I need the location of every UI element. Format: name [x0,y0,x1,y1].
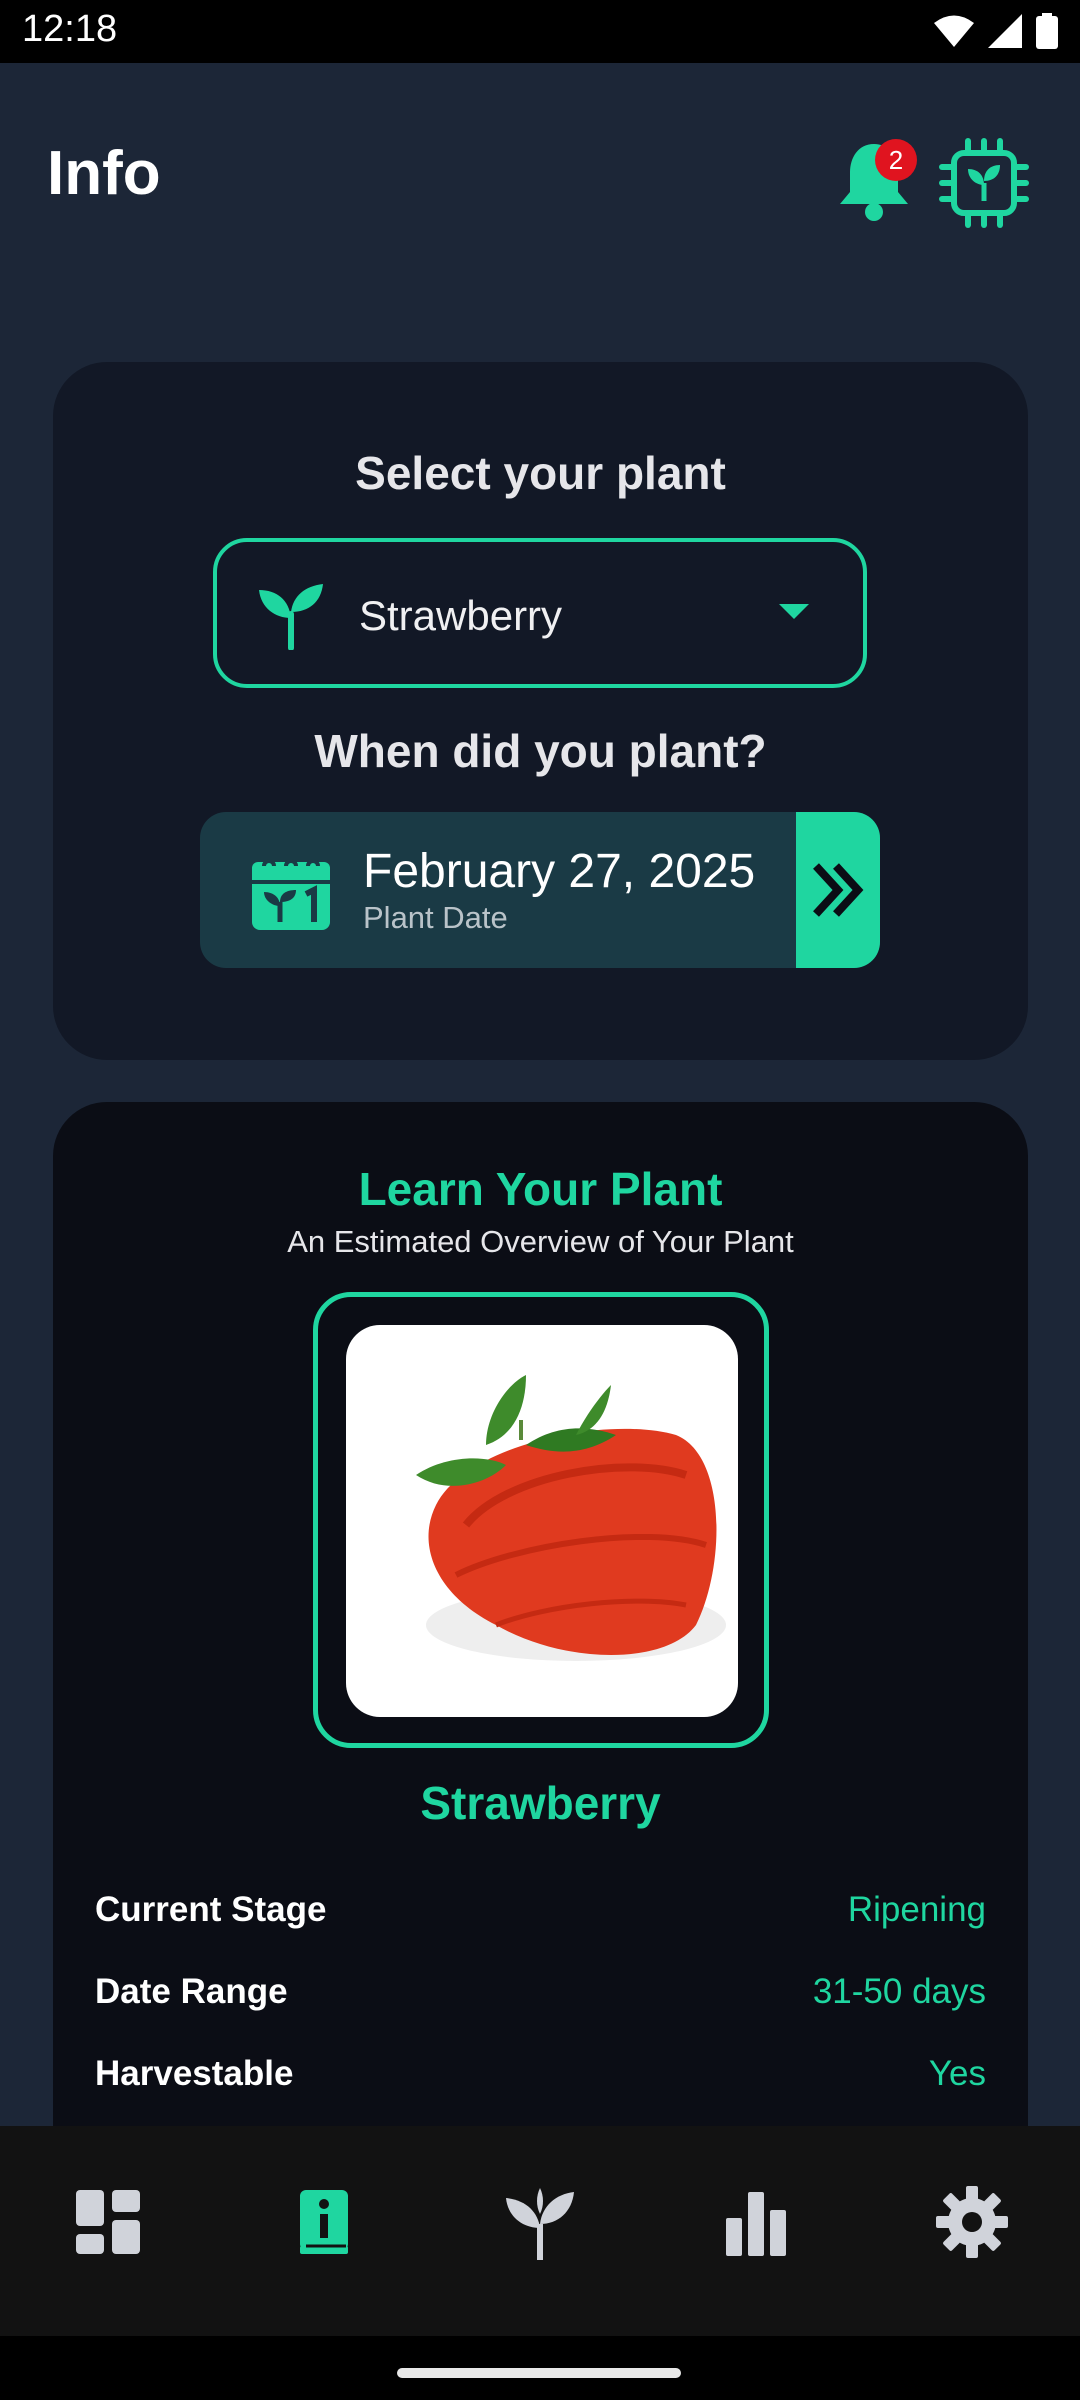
bottom-nav [0,2126,1080,2336]
info-value: Ripening [847,1890,986,1929]
nav-settings[interactable] [930,2180,1014,2264]
status-icons [934,12,1058,50]
notification-badge: 2 [875,139,917,181]
sprout-icon [506,2188,574,2260]
info-icon [300,2190,348,2254]
plant-selection-card: Select your plant Strawberry When did yo… [53,362,1028,1060]
settings-icon [936,2186,1008,2258]
page-title: Info [47,139,161,208]
plant-image-frame [313,1292,769,1748]
learn-plant-card: Learn Your Plant An Estimated Overview o… [53,1102,1028,2242]
learn-plant-subtitle: An Estimated Overview of Your Plant [287,1224,794,1259]
plant-date-caption: Plant Date [363,900,508,935]
info-label: Current Stage [95,1890,327,1929]
info-row-harvestable: Harvestable Yes [95,2054,986,2114]
plant-date-heading: When did you plant? [314,725,767,777]
info-row-current-stage: Current Stage Ripening [95,1890,986,1950]
info-label: Harvestable [95,2054,294,2093]
status-time: 12:18 [22,8,118,50]
plant-image [346,1325,738,1717]
date-confirm-button[interactable] [796,812,880,968]
selected-plant: Strawberry [359,592,563,639]
plant-name: Strawberry [420,1777,661,1829]
chart-icon [726,2192,786,2256]
wifi-icon [934,15,974,47]
nav-dashboard[interactable] [66,2180,150,2264]
plant-chip-icon [939,138,1029,228]
select-plant-heading: Select your plant [355,447,726,499]
nav-info[interactable] [282,2180,366,2264]
battery-icon [1036,13,1058,49]
strawberry-image [416,1375,726,1661]
plant-date-value: February 27, 2025 [363,845,756,898]
chevron-down-icon [779,604,809,619]
info-value: Yes [928,2054,986,2093]
sprout-icon [259,584,323,650]
nav-plants[interactable] [498,2180,582,2264]
home-gesture-bar[interactable] [397,2368,681,2378]
plant-date-picker[interactable]: February 27, 2025 Plant Date [200,812,880,968]
dashboard-icon [76,2190,140,2254]
learn-plant-title: Learn Your Plant [358,1163,723,1215]
signal-icon [988,14,1022,48]
nav-stats[interactable] [714,2180,798,2264]
info-label: Date Range [95,1972,288,2011]
info-value: 31-50 days [812,1972,986,2011]
status-bar: 12:18 [0,0,1080,63]
plant-dropdown[interactable]: Strawberry [213,538,867,688]
info-row-date-range: Date Range 31-50 days [95,1972,986,2032]
calendar-plant-icon [252,859,330,930]
device-button[interactable] [938,137,1030,229]
double-chevron-right-icon [813,863,864,917]
gesture-area [0,2336,1080,2400]
